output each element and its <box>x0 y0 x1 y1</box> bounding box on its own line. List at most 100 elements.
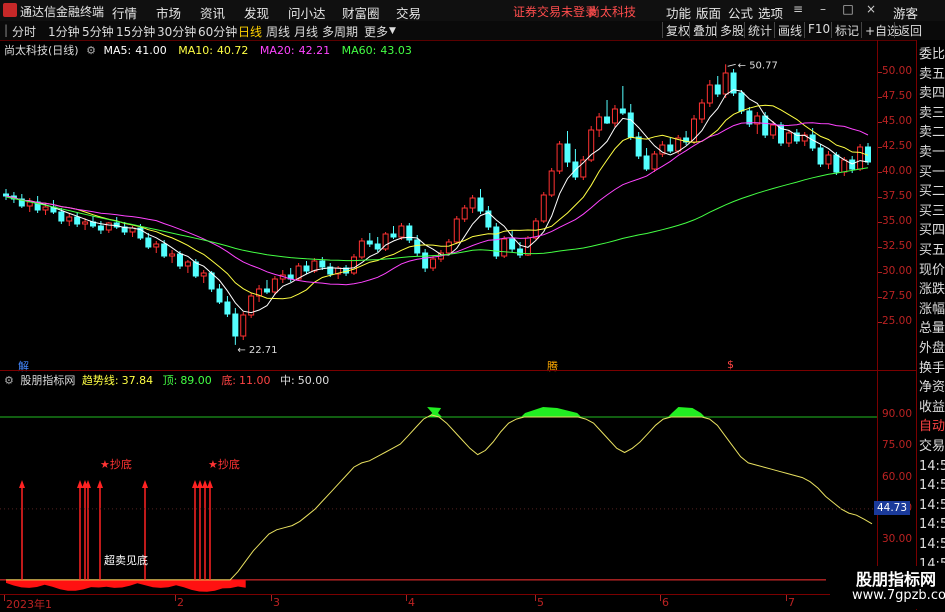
candle <box>580 156 587 180</box>
period-1min[interactable]: 1分钟 <box>48 23 80 40</box>
period-tick[interactable]: 分时 <box>12 23 36 40</box>
candle-body <box>192 261 199 277</box>
candle-body <box>627 112 634 138</box>
price-tick: 27.50 <box>881 290 912 302</box>
price-tick: 30.00 <box>881 265 912 277</box>
candle <box>722 64 729 98</box>
btn-stats[interactable]: 统计 <box>744 22 775 38</box>
candle-body <box>651 153 658 170</box>
side-label[interactable]: 自动 <box>919 419 945 435</box>
candle <box>730 69 737 96</box>
menu-layout[interactable]: 版面 <box>696 3 721 22</box>
menu-options[interactable]: 选项 <box>758 3 783 22</box>
period-multi[interactable]: 多周期 <box>322 23 358 40</box>
period-60min[interactable]: 60分钟 <box>198 23 237 40</box>
period-daily[interactable]: 日线 <box>238 23 262 40</box>
date-tick-mark <box>271 595 272 601</box>
ma5-value: 41.00 <box>135 44 167 57</box>
period-more[interactable]: 更多 <box>364 23 388 40</box>
side-label[interactable]: 交易 <box>919 439 945 455</box>
candle-body <box>224 301 231 315</box>
candle-body <box>263 288 270 293</box>
top-param: 顶: 89.00 <box>163 374 215 387</box>
ma10-line <box>5 104 869 300</box>
period-30min[interactable]: 30分钟 <box>157 23 196 40</box>
candle <box>240 312 247 340</box>
candle <box>572 149 579 180</box>
guest-label[interactable]: 游客 <box>893 3 918 22</box>
candle-body <box>643 155 650 170</box>
ma20-line <box>5 122 869 286</box>
menu-quotes[interactable]: 行情 <box>112 3 137 22</box>
candle <box>453 216 460 244</box>
close-icon[interactable]: × <box>864 2 878 18</box>
period-monthly[interactable]: 月线 <box>294 23 318 40</box>
candle <box>517 242 524 258</box>
btn-draw-line[interactable]: 画线 <box>774 22 805 38</box>
menu-function[interactable]: 功能 <box>666 3 691 22</box>
indicator-axis: 90.0075.0060.0045.0030.0015.0044.73 <box>874 398 916 594</box>
period-weekly[interactable]: 周线 <box>266 23 290 40</box>
candle <box>153 241 160 253</box>
menu-ask[interactable]: 问小达 <box>288 3 326 22</box>
candle-body <box>97 225 104 231</box>
period-5min[interactable]: 5分钟 <box>82 23 114 40</box>
app-name: 通达信金融终端 <box>20 5 105 19</box>
bottom-name: 底: <box>221 374 237 387</box>
candle-body <box>738 92 745 112</box>
date-tick: 5 <box>537 596 544 609</box>
btn-back[interactable]: 返回 <box>894 22 925 38</box>
candle-body <box>564 143 571 163</box>
side-label: 换手 <box>919 360 945 376</box>
indicator-name: 股朋指标网 <box>20 374 76 387</box>
candlestick-chart[interactable]: ← 50.77 ← 22.71 <box>0 58 877 368</box>
price-tick-mark <box>878 247 882 248</box>
ma60-value: 43.03 <box>380 44 412 57</box>
candle <box>358 238 365 259</box>
candle <box>564 131 571 167</box>
candles-group <box>3 64 871 345</box>
btn-f10[interactable]: F10 <box>804 22 833 38</box>
login-notice[interactable]: 证券交易未登录 <box>513 3 597 20</box>
btn-multi-stock[interactable]: 多股 <box>716 22 747 38</box>
ma60-name: MA60: <box>341 44 377 57</box>
menu-trade[interactable]: 交易 <box>396 3 421 22</box>
period-15min[interactable]: 15分钟 <box>116 23 155 40</box>
candle <box>643 148 650 171</box>
candle-body <box>746 110 753 125</box>
more-chevron-icon[interactable]: ▼ <box>389 26 396 36</box>
minimize-icon[interactable]: – <box>816 2 830 18</box>
ma10-name: MA10: <box>178 44 213 57</box>
menu-discover[interactable]: 发现 <box>244 3 269 22</box>
oversold-area <box>6 579 246 592</box>
candle <box>785 130 792 147</box>
candle-body <box>271 278 278 293</box>
candle-body <box>3 193 9 197</box>
candle <box>256 285 263 302</box>
ma10-value: 40.72 <box>216 44 249 57</box>
ma60-line <box>5 167 869 262</box>
candle <box>706 80 713 107</box>
menu-formula[interactable]: 公式 <box>728 3 753 22</box>
maximize-icon[interactable]: □ <box>841 2 855 18</box>
menu-wealth[interactable]: 财富圈 <box>342 3 380 22</box>
window-menu-icon[interactable]: ≡ <box>791 2 805 18</box>
candle-body <box>785 132 792 144</box>
menu-market[interactable]: 市场 <box>156 3 181 22</box>
candle <box>3 189 9 200</box>
side-label: 14:56 <box>919 478 945 494</box>
menu-news[interactable]: 资讯 <box>200 3 225 22</box>
buy-signal-arrow <box>202 480 208 580</box>
candle-body <box>42 206 49 211</box>
candle-body <box>184 261 191 267</box>
candle-body <box>714 84 721 95</box>
price-tick-mark <box>878 197 882 198</box>
price-tick: 35.00 <box>881 215 912 227</box>
btn-mark[interactable]: 标记 <box>831 22 862 38</box>
settings-gear-icon[interactable]: ⚙ <box>86 44 96 57</box>
candle-body <box>414 239 421 254</box>
marker-news[interactable]: 腾 <box>547 358 558 374</box>
date-tick: 7 <box>788 596 795 609</box>
indicator-chart[interactable]: ★抄底 ★抄底超卖见底 <box>0 388 877 594</box>
indicator-gear-icon[interactable]: ⚙ <box>4 374 14 387</box>
